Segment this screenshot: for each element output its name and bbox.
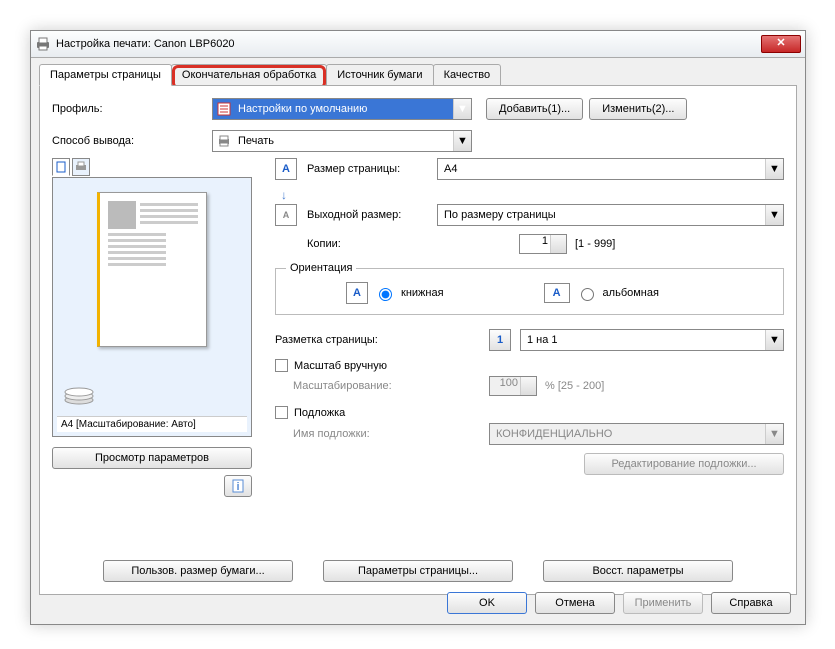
chevron-down-icon: ▼ <box>453 131 471 151</box>
manual-scale-chk-row: Масштаб вручную <box>275 359 784 372</box>
help-button[interactable]: Справка <box>711 592 791 614</box>
preview-pane: A4 [Масштабирование: Авто] Просмотр пара… <box>52 158 252 497</box>
tab-finishing[interactable]: Окончательная обработка <box>171 64 327 85</box>
view-params-button[interactable]: Просмотр параметров <box>52 447 252 469</box>
page-settings-area: A Размер страницы: A4 ▼ ↓ A Выходной раз… <box>275 158 784 475</box>
portrait-radio[interactable] <box>379 288 392 301</box>
preview-box: A4 [Масштабирование: Авто] <box>52 177 252 437</box>
preview-tab-page[interactable] <box>52 158 70 176</box>
portrait-icon: A <box>346 282 368 304</box>
output-size-icon: A <box>275 204 297 226</box>
window-title: Настройка печати: Canon LBP6020 <box>56 38 761 50</box>
landscape-radio[interactable] <box>581 288 594 301</box>
tab-quality[interactable]: Качество <box>433 64 502 85</box>
paper-stack-icon <box>63 384 95 404</box>
chevron-down-icon: ▼ <box>765 424 783 444</box>
tab-page-params[interactable]: Параметры страницы <box>39 64 172 86</box>
page-options-button[interactable]: Параметры страницы... <box>323 560 513 582</box>
page-size-icon: A <box>275 158 297 180</box>
preview-caption: A4 [Масштабирование: Авто] <box>57 416 247 432</box>
printer-icon <box>35 36 51 52</box>
chevron-down-icon: ▼ <box>765 330 783 350</box>
page-preview-icon <box>97 192 207 347</box>
watermark-combo: КОНФИДЕНЦИАЛЬНО ▼ <box>489 423 784 445</box>
layout-combo[interactable]: 1 на 1 ▼ <box>520 329 784 351</box>
edit-profile-button[interactable]: Изменить(2)... <box>589 98 687 120</box>
custom-paper-button[interactable]: Пользов. размер бумаги... <box>103 560 293 582</box>
cancel-button[interactable]: Отмена <box>535 592 615 614</box>
print-icon <box>216 133 232 149</box>
page-size-combo[interactable]: A4 ▼ <box>437 158 784 180</box>
watermark-checkbox[interactable] <box>275 406 288 419</box>
close-button[interactable]: ✕ <box>761 35 801 53</box>
preview-tab-printer[interactable] <box>72 158 90 176</box>
arrow-down-icon: ↓ <box>281 188 784 202</box>
tab-paper-source[interactable]: Источник бумаги <box>326 64 433 85</box>
profile-row: Профиль: Настройки по умолчанию ▼ Добави… <box>52 98 784 120</box>
profile-icon <box>216 101 232 117</box>
output-row: Способ вывода: Печать ▼ <box>52 130 784 152</box>
output-label: Способ вывода: <box>52 135 212 147</box>
output-size-combo[interactable]: По размеру страницы ▼ <box>437 204 784 226</box>
restore-defaults-button[interactable]: Восст. параметры <box>543 560 733 582</box>
manual-scale-checkbox[interactable] <box>275 359 288 372</box>
watermark-name-row: Имя подложки: КОНФИДЕНЦИАЛЬНО ▼ <box>275 423 784 445</box>
apply-button: Применить <box>623 592 703 614</box>
page-size-row: A Размер страницы: A4 ▼ <box>275 158 784 180</box>
profile-label: Профиль: <box>52 103 212 115</box>
chevron-down-icon: ▼ <box>765 205 783 225</box>
layout-row: Разметка страницы: 1 1 на 1 ▼ <box>275 329 784 351</box>
tab-panel-page: Профиль: Настройки по умолчанию ▼ Добави… <box>39 85 797 595</box>
add-profile-button[interactable]: Добавить(1)... <box>486 98 583 120</box>
print-settings-window: Настройка печати: Canon LBP6020 ✕ Параме… <box>30 30 806 625</box>
profile-combo[interactable]: Настройки по умолчанию ▼ <box>212 98 472 120</box>
layout-icon: 1 <box>489 329 511 351</box>
edit-watermark-button: Редактирование подложки... <box>584 453 784 475</box>
info-button[interactable]: i <box>224 475 252 497</box>
scale-row: Масштабирование: 100 % [25 - 200] <box>275 376 784 396</box>
copies-range: [1 - 999] <box>575 238 615 250</box>
titlebar: Настройка печати: Canon LBP6020 ✕ <box>31 31 805 58</box>
output-combo[interactable]: Печать ▼ <box>212 130 472 152</box>
chevron-down-icon: ▼ <box>765 159 783 179</box>
ok-button[interactable]: OK <box>447 592 527 614</box>
copies-row: Копии: 1 [1 - 999] <box>275 234 784 254</box>
orientation-group: Ориентация A книжная A альбомная <box>275 262 784 315</box>
landscape-icon: A <box>544 283 570 303</box>
scale-spinner: 100 <box>489 376 537 396</box>
dialog-buttons: OK Отмена Применить Справка <box>447 592 791 614</box>
copies-spinner[interactable]: 1 <box>519 234 567 254</box>
watermark-chk-row: Подложка <box>275 406 784 419</box>
chevron-down-icon: ▼ <box>453 99 471 119</box>
tabstrip: Параметры страницы Окончательная обработ… <box>31 58 805 85</box>
svg-text:i: i <box>236 481 239 493</box>
output-size-row: A Выходной размер: По размеру страницы ▼ <box>275 204 784 226</box>
bottom-buttons: Пользов. размер бумаги... Параметры стра… <box>52 560 784 582</box>
